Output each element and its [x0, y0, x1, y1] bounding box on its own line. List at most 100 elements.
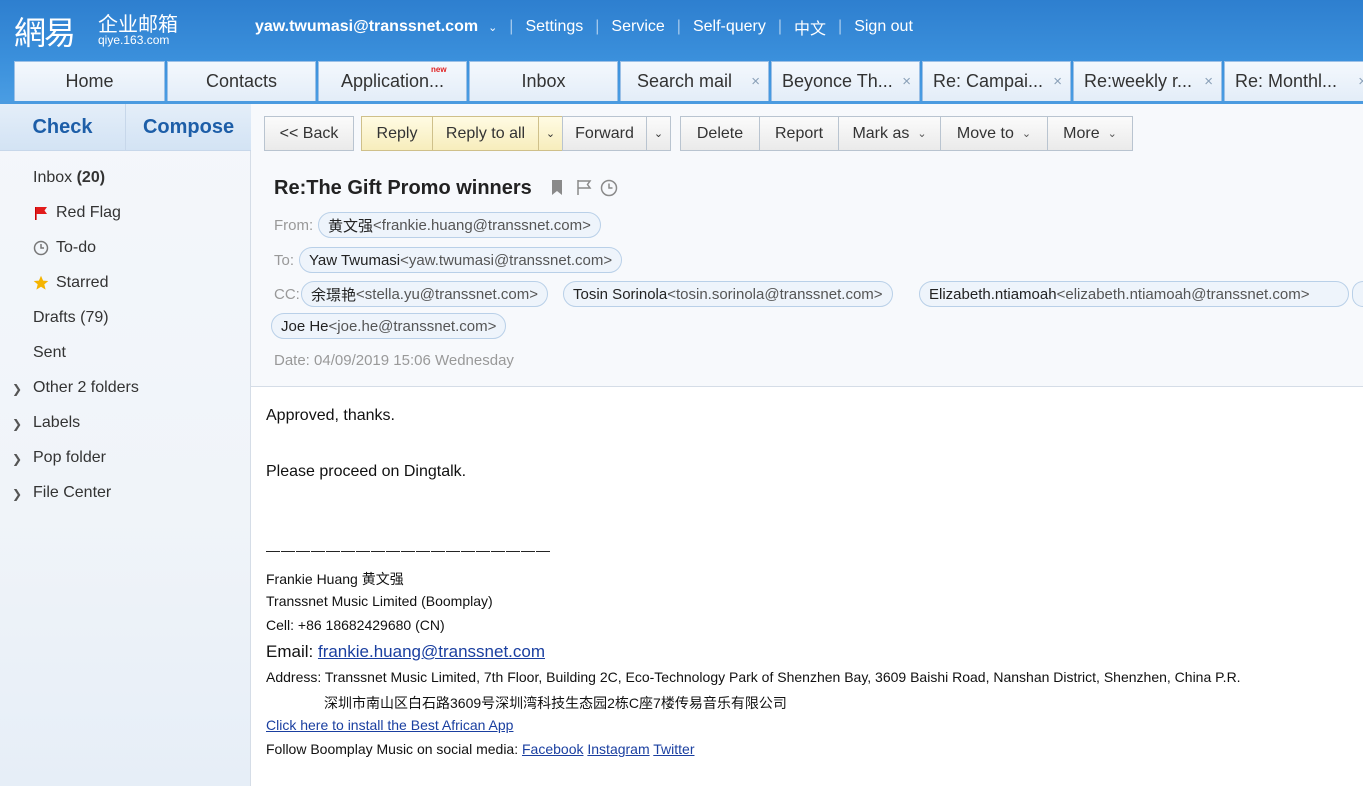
address-text: Transsnet Music Limited, 7th Floor, Buil… [324, 669, 1241, 685]
tab-search-mail[interactable]: Search mail × [620, 61, 769, 101]
divider: | [509, 18, 514, 35]
logo-mark: 網易 [14, 14, 76, 52]
chevron-right-icon[interactable]: ❯ [12, 417, 22, 431]
divider: | [777, 18, 783, 35]
cc-contact[interactable]: Tosin Sorinola <tosin.sorinola@transsnet.… [563, 281, 893, 307]
tab-application[interactable]: Application... new [318, 61, 467, 101]
contact-name: Tosin Sorinola [573, 285, 668, 303]
chevron-down-icon[interactable]: ⌄ [488, 21, 497, 34]
chevron-right-icon[interactable]: ❯ [12, 487, 22, 501]
forward-options-dropdown[interactable]: ⌄ [646, 116, 671, 151]
social-media-line: Follow Boomplay Music on social media: F… [266, 741, 695, 757]
tab-label: Contacts [205, 71, 278, 91]
body-line: Approved, thanks. [266, 407, 395, 424]
sidebar-item-red-flag[interactable]: Red Flag [33, 204, 121, 222]
sign-out-link[interactable]: Sign out [854, 18, 913, 36]
check-button[interactable]: Check [0, 104, 125, 150]
from-contact[interactable]: 黄文强 <frankie.huang@transsnet.com> [318, 212, 601, 238]
user-account[interactable]: yaw.twumasi@transsnet.com [255, 18, 478, 36]
sidebar-item-todo[interactable]: To-do [33, 239, 96, 257]
cc-label: CC: [274, 286, 300, 303]
report-button[interactable]: Report [759, 116, 839, 151]
tab-bar: Home Contacts Application... new Inbox Se… [14, 61, 1363, 103]
close-icon[interactable]: × [902, 73, 911, 90]
reply-all-button[interactable]: Reply to all [432, 116, 539, 151]
tab-inbox[interactable]: Inbox [469, 61, 618, 101]
tab-contacts[interactable]: Contacts [167, 61, 316, 101]
chevron-down-icon: ⌄ [545, 128, 556, 140]
close-icon[interactable]: × [751, 73, 760, 90]
contact-name: Elizabeth.ntiamoah [929, 285, 1057, 303]
language-link[interactable]: 中文 [794, 15, 826, 39]
back-button[interactable]: << Back [264, 116, 354, 151]
more-dropdown[interactable]: More ⌄ [1047, 116, 1133, 151]
self-query-link[interactable]: Self-query [693, 18, 766, 36]
email-label: Email: [266, 642, 318, 661]
flag-icon[interactable] [576, 179, 592, 201]
clock-icon [33, 240, 49, 256]
contact-name: Yaw Twumasi [309, 251, 401, 269]
close-icon[interactable]: × [1053, 73, 1062, 90]
tab-label: Application... [340, 71, 445, 91]
bookmark-icon[interactable] [550, 179, 564, 201]
cc-contact-overflow[interactable] [1352, 281, 1363, 307]
cc-contact[interactable]: Elizabeth.ntiamoah <elizabeth.ntiamoah@tr… [919, 281, 1349, 307]
mark-as-dropdown[interactable]: Mark as ⌄ [838, 116, 941, 151]
reply-button[interactable]: Reply [361, 116, 433, 151]
tab-weekly[interactable]: Re:weekly r... × [1073, 61, 1222, 101]
button-label: More [1063, 124, 1100, 142]
divider: | [595, 18, 600, 35]
tab-monthly[interactable]: Re: Monthl... × [1224, 61, 1363, 101]
email-link[interactable]: frankie.huang@transsnet.com [318, 642, 545, 661]
sidebar-item-other-folders[interactable]: Other 2 folders [33, 379, 139, 397]
chevron-right-icon[interactable]: ❯ [12, 382, 22, 396]
instagram-link[interactable]: Instagram [587, 741, 649, 757]
contact-address: <joe.he@transsnet.com> [328, 317, 497, 335]
facebook-link[interactable]: Facebook [522, 741, 583, 757]
tab-label: Re: Campai... [933, 71, 1044, 91]
sidebar-item-sent[interactable]: Sent [33, 344, 66, 362]
date-label-text: Date: [274, 352, 310, 369]
sidebar-item-starred[interactable]: Starred [33, 274, 108, 292]
tab-label: Re: Monthl... [1235, 71, 1338, 91]
cc-contact[interactable]: 余璟艳 <stella.yu@transsnet.com> [301, 281, 548, 307]
twitter-link[interactable]: Twitter [653, 741, 694, 757]
contact-address: <tosin.sorinola@transsnet.com> [667, 285, 883, 303]
contact-address: <stella.yu@transsnet.com> [356, 285, 538, 303]
sidebar-item-label: Sent [33, 344, 66, 361]
signature-address: Address: Transsnet Music Limited, 7th Fl… [266, 669, 1241, 685]
signature-address-cn: 深圳市南山区白石路3609号深圳湾科技生态园2栋C座7楼传易音乐有限公司 [324, 695, 787, 711]
reply-options-dropdown[interactable]: ⌄ [538, 116, 563, 151]
install-app-link[interactable]: Click here to install the Best African A… [266, 717, 513, 733]
sidebar-item-pop-folder[interactable]: Pop folder [33, 449, 106, 467]
tab-beyonce[interactable]: Beyonce Th... × [771, 61, 920, 101]
tab-home[interactable]: Home [14, 61, 165, 101]
tab-label: Re:weekly r... [1084, 71, 1193, 91]
contact-address: <yaw.twumasi@transsnet.com> [400, 251, 613, 269]
sidebar-item-drafts[interactable]: Drafts (79) [33, 309, 109, 327]
chevron-right-icon[interactable]: ❯ [12, 452, 22, 466]
clock-icon[interactable] [600, 179, 618, 202]
star-icon [33, 275, 49, 291]
sidebar-item-label: Drafts (79) [33, 309, 109, 326]
divider: | [838, 18, 843, 35]
move-to-dropdown[interactable]: Move to ⌄ [940, 116, 1048, 151]
sidebar-item-inbox[interactable]: Inbox (20) [33, 169, 105, 187]
compose-button[interactable]: Compose [125, 104, 251, 150]
cc-contact[interactable]: Joe He <joe.he@transsnet.com> [271, 313, 507, 339]
settings-link[interactable]: Settings [525, 18, 583, 36]
forward-button[interactable]: Forward [562, 116, 647, 151]
sidebar-item-label: To-do [56, 239, 97, 256]
sidebar-item-labels[interactable]: Labels [33, 414, 80, 432]
top-nav: yaw.twumasi@transsnet.com ⌄ | Settings |… [255, 16, 913, 38]
delete-button[interactable]: Delete [680, 116, 760, 151]
signature-company: Transsnet Music Limited (Boomplay) [266, 593, 493, 609]
to-contact[interactable]: Yaw Twumasi <yaw.twumasi@transsnet.com> [299, 247, 623, 273]
tab-campaign[interactable]: Re: Campai... × [922, 61, 1071, 101]
sidebar-item-file-center[interactable]: File Center [33, 484, 111, 502]
from-label: From: [274, 217, 314, 234]
close-icon[interactable]: × [1204, 73, 1213, 90]
service-link[interactable]: Service [611, 18, 664, 36]
close-icon[interactable]: × [1358, 73, 1363, 90]
signature-rule: ——————————————————— [266, 542, 551, 558]
